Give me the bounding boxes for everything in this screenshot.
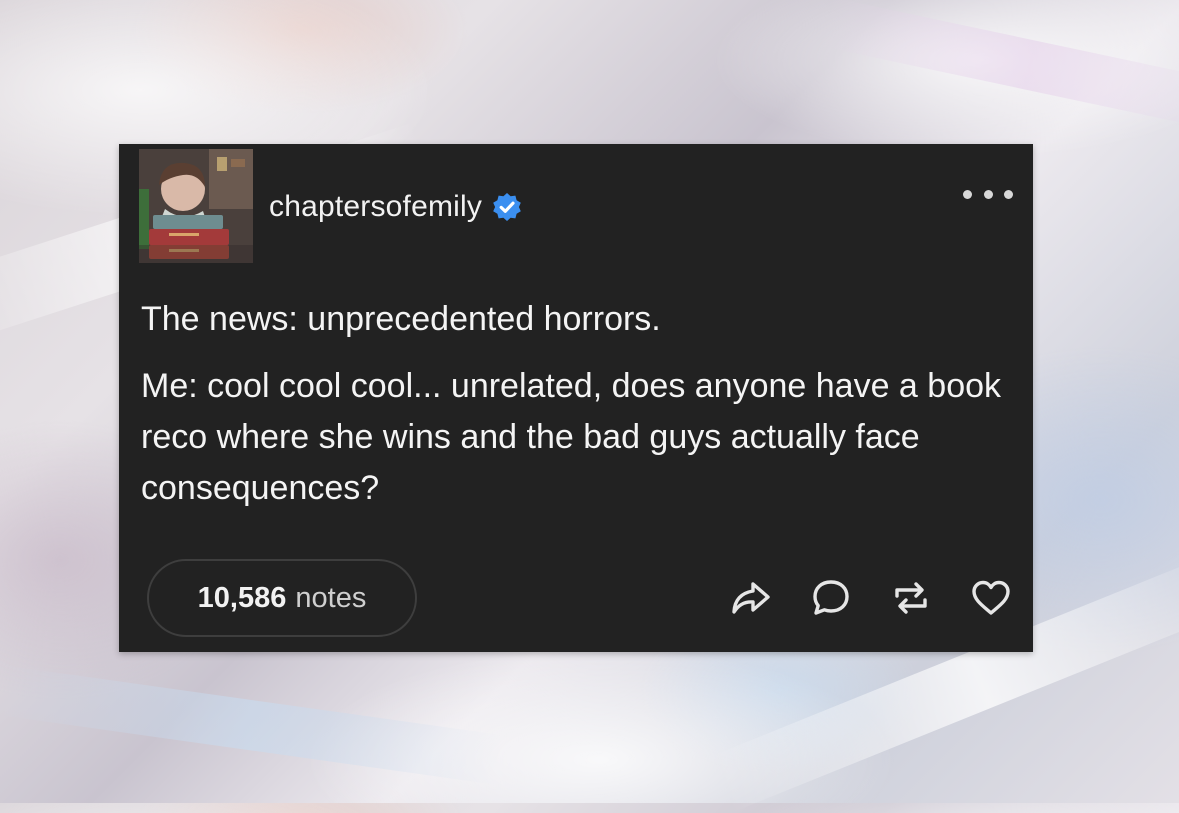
post-card: chaptersofemily The news: unprecedented … bbox=[119, 144, 1033, 652]
notes-button[interactable]: 10,586 notes bbox=[147, 559, 417, 637]
notes-label: notes bbox=[295, 581, 367, 614]
more-options-dot bbox=[1004, 189, 1013, 199]
username-link[interactable]: chaptersofemily bbox=[269, 190, 482, 224]
post-body: The news: unprecedented horrors. Me: coo… bbox=[141, 294, 1021, 514]
post-header: chaptersofemily bbox=[269, 187, 522, 227]
background-sheen bbox=[819, 0, 1179, 134]
reblog-button[interactable] bbox=[889, 576, 933, 620]
share-icon bbox=[732, 582, 770, 614]
avatar[interactable] bbox=[139, 149, 253, 263]
background-sheen bbox=[0, 665, 502, 785]
more-options-icon[interactable] bbox=[963, 188, 1013, 200]
like-icon bbox=[972, 580, 1010, 615]
verified-badge-icon bbox=[493, 193, 521, 221]
post-paragraph: The news: unprecedented horrors. bbox=[141, 300, 661, 338]
more-options-dot bbox=[963, 189, 972, 199]
reply-icon bbox=[813, 580, 849, 615]
notes-count: 10,586 bbox=[197, 581, 287, 614]
share-button[interactable] bbox=[729, 576, 773, 620]
like-button[interactable] bbox=[969, 576, 1013, 620]
reblog-icon bbox=[895, 582, 927, 614]
reply-button[interactable] bbox=[809, 576, 853, 620]
post-paragraph: Me: cool cool cool... unrelated, does an… bbox=[141, 367, 1002, 507]
post-actions bbox=[693, 576, 1013, 620]
more-options-dot bbox=[983, 189, 993, 199]
avatar-image bbox=[139, 149, 253, 263]
